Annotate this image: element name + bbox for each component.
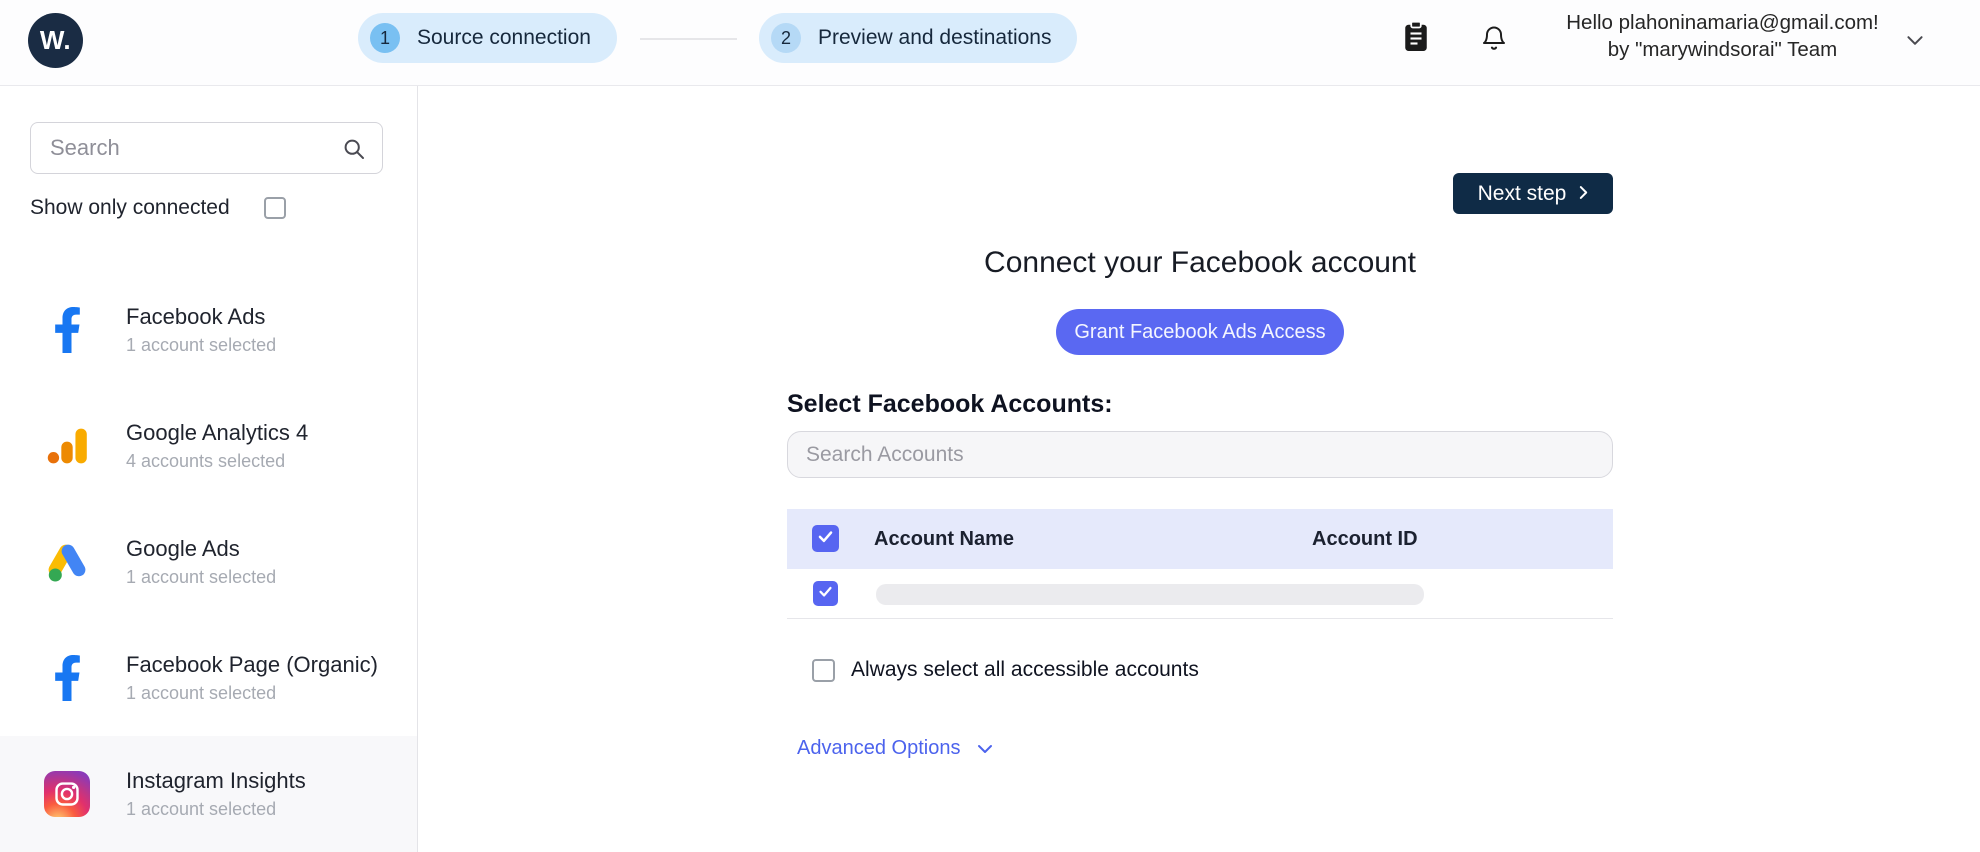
select-all-checkbox[interactable] <box>812 525 839 552</box>
sidebar-search <box>30 122 383 174</box>
connector-name: Instagram Insights <box>126 768 306 793</box>
account-row-checkbox[interactable] <box>813 581 838 606</box>
step-number-badge: 1 <box>370 23 400 53</box>
accounts-search-input[interactable] <box>788 432 1612 477</box>
step-connector-line <box>640 38 737 40</box>
column-header-account-name: Account Name <box>874 528 1015 550</box>
logo-text: W. <box>39 25 72 55</box>
checkmark-icon <box>817 583 834 605</box>
main-content: Next step Connect your Facebook account … <box>419 86 1980 852</box>
connector-name: Google Ads <box>126 536 240 561</box>
greeting-line1: Hello plahoninamaria@gmail.com! <box>1566 11 1879 34</box>
sidebar-item-instagram-insights[interactable]: Instagram Insights 1 account selected <box>0 736 417 852</box>
facebook-icon <box>44 307 90 353</box>
google-analytics-icon <box>44 423 90 469</box>
step-preview-destinations[interactable]: 2 Preview and destinations <box>759 13 1078 63</box>
show-only-connected-checkbox[interactable] <box>264 197 286 219</box>
greeting-line2: by "marywindsorai" Team <box>1607 38 1838 61</box>
connector-status: 1 account selected <box>126 683 277 703</box>
select-accounts-heading: Select Facebook Accounts: <box>787 390 1113 418</box>
connector-status: 1 account selected <box>126 799 277 819</box>
sidebar-item-facebook-ads[interactable]: Facebook Ads 1 account selected <box>0 272 417 388</box>
notification-bell-icon <box>1480 23 1508 56</box>
advanced-options-toggle[interactable]: Advanced Options <box>797 737 993 760</box>
always-select-all-checkbox[interactable] <box>812 659 835 682</box>
redacted-account-name <box>876 584 1424 605</box>
always-select-all-label: Always select all accessible accounts <box>851 658 1199 681</box>
notifications-button[interactable] <box>1474 19 1514 59</box>
account-menu-chevron-down-icon[interactable] <box>1906 33 1924 45</box>
step-number-badge: 2 <box>771 23 801 53</box>
accounts-table-header: Account Name Account ID <box>787 509 1613 569</box>
next-step-button[interactable]: Next step <box>1453 173 1613 214</box>
search-icon <box>342 137 366 161</box>
show-only-connected-label: Show only connected <box>30 196 230 219</box>
column-header-account-id: Account ID <box>1312 528 1418 550</box>
connector-status: 4 accounts selected <box>126 451 286 471</box>
connector-status: 1 account selected <box>126 567 277 587</box>
sidebar-search-input[interactable] <box>31 123 382 173</box>
account-greeting[interactable]: Hello plahoninamaria@gmail.com! by "mary… <box>1545 9 1900 63</box>
sidebar-item-facebook-page-organic[interactable]: Facebook Page (Organic) 1 account select… <box>0 620 417 736</box>
clipboard-button[interactable] <box>1396 18 1436 58</box>
connector-status: 1 account selected <box>126 335 277 355</box>
checkmark-icon <box>816 527 835 551</box>
step-label: Source connection <box>417 26 591 49</box>
clipboard-icon <box>1401 20 1431 56</box>
chevron-right-icon <box>1579 182 1588 206</box>
grant-facebook-ads-access-button[interactable]: Grant Facebook Ads Access <box>1056 309 1344 355</box>
account-table-row[interactable] <box>787 569 1613 619</box>
page-title: Connect your Facebook account <box>984 246 1416 279</box>
connectors-sidebar: Show only connected Facebook Ads 1 accou… <box>0 86 418 852</box>
connector-name: Facebook Page (Organic) <box>126 652 378 677</box>
accounts-search <box>787 431 1613 478</box>
sidebar-item-google-ads[interactable]: Google Ads 1 account selected <box>0 504 417 620</box>
chevron-down-icon <box>977 737 993 760</box>
advanced-options-label: Advanced Options <box>797 737 961 759</box>
top-bar: W. 1 Source connection 2 Preview and des… <box>0 0 1980 86</box>
step-source-connection[interactable]: 1 Source connection <box>358 13 617 63</box>
sidebar-item-google-analytics-4[interactable]: Google Analytics 4 4 accounts selected <box>0 388 417 504</box>
facebook-icon <box>44 655 90 701</box>
google-ads-icon <box>44 539 90 585</box>
windsor-logo[interactable]: W. <box>28 13 83 68</box>
connector-name: Facebook Ads <box>126 304 266 329</box>
step-label: Preview and destinations <box>818 26 1052 49</box>
connector-name: Google Analytics 4 <box>126 420 309 445</box>
next-step-label: Next step <box>1477 181 1567 205</box>
instagram-icon <box>44 771 90 817</box>
